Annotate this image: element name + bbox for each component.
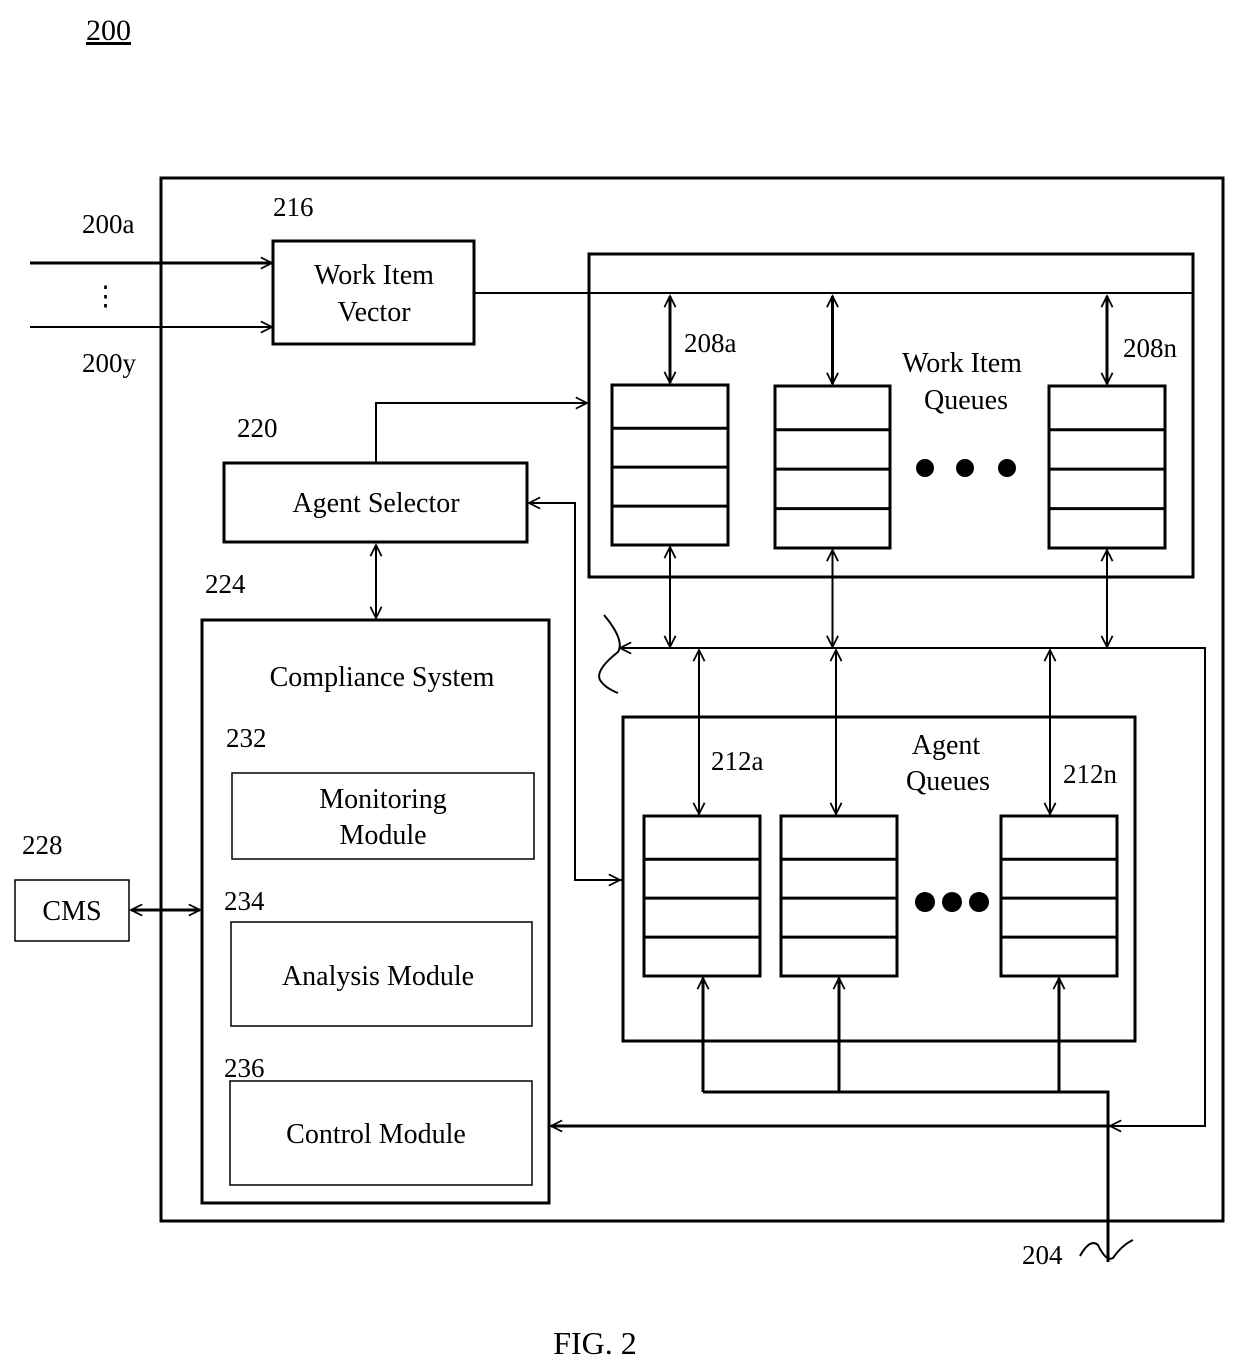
queue-outline	[1047, 384, 1167, 550]
ellipsis-dot	[969, 892, 989, 912]
compliance-system-label: Compliance System	[270, 662, 495, 693]
work-item-queue	[610, 383, 730, 547]
monitoring-module-box: Monitoring Module	[231, 772, 535, 860]
patent-diagram: 200 200a ⋮ 200y 216 Work Item Vector Wor…	[14, 14, 1225, 1361]
agent-selector-box: Agent Selector	[222, 461, 529, 544]
ellipsis-dot	[916, 459, 934, 477]
work-item-queue-first-ref: 208a	[684, 328, 737, 358]
control-module-box: Control Module	[229, 1080, 533, 1186]
agent-queue	[779, 814, 899, 978]
queue-outline	[779, 814, 899, 978]
input-ellipsis: ⋮	[92, 281, 119, 311]
agent-selector-ref: 220	[237, 413, 278, 443]
queue-outline	[610, 383, 730, 547]
compliance-system-ref: 224	[205, 569, 246, 599]
monitoring-module-line1: Monitoring	[319, 784, 447, 815]
bus-ref: 204	[1022, 1240, 1063, 1270]
cms-ref: 228	[22, 830, 63, 860]
ellipsis-dot	[942, 892, 962, 912]
work-item-queue-last-ref: 208n	[1123, 333, 1178, 363]
agent-selector-label: Agent Selector	[292, 488, 460, 519]
cms-label: CMS	[42, 896, 101, 927]
control-module-ref: 236	[224, 1053, 265, 1083]
work-item-vector-box: Work Item Vector	[271, 239, 476, 346]
input-first-ref: 200a	[82, 209, 135, 239]
agent-queues-line1: Agent	[912, 730, 981, 761]
work-item-queues-line2: Queues	[924, 385, 1008, 416]
work-item-vector-line1: Work Item	[314, 260, 434, 291]
work-item-vector-line2: Vector	[337, 297, 411, 328]
ellipsis-dot	[956, 459, 974, 477]
work-item-queues-line1: Work Item	[902, 348, 1022, 379]
ellipsis-dot	[915, 892, 935, 912]
input-last-ref: 200y	[82, 348, 137, 378]
ellipsis-dot	[998, 459, 1016, 477]
selector-to-work-queues-arrow	[375, 403, 587, 463]
agent-queues-line2: Queues	[906, 766, 990, 797]
queue-outline	[642, 814, 762, 978]
bus-break-mark	[598, 614, 621, 694]
control-module-label: Control Module	[286, 1119, 466, 1150]
queue-outline	[999, 814, 1119, 978]
analysis-module-ref: 234	[224, 886, 265, 916]
monitoring-module-ref: 232	[226, 723, 267, 753]
monitoring-module-line2: Module	[339, 820, 426, 851]
work-item-queue	[773, 384, 892, 550]
work-item-queue	[1047, 384, 1167, 550]
cms-box: CMS	[14, 879, 130, 942]
agent-queue	[999, 814, 1119, 978]
queue-outline	[773, 384, 892, 550]
work-item-vector-ref: 216	[273, 192, 314, 222]
bus-feed-line	[703, 1090, 1110, 1262]
figure-number: 200	[86, 14, 131, 47]
analysis-module-box: Analysis Module	[230, 921, 533, 1027]
agent-queue	[642, 814, 762, 978]
figure-caption: FIG. 2	[553, 1325, 637, 1361]
agent-queue-last-ref: 212n	[1063, 759, 1118, 789]
agent-queue-first-ref: 212a	[711, 746, 764, 776]
analysis-module-label: Analysis Module	[282, 961, 474, 992]
